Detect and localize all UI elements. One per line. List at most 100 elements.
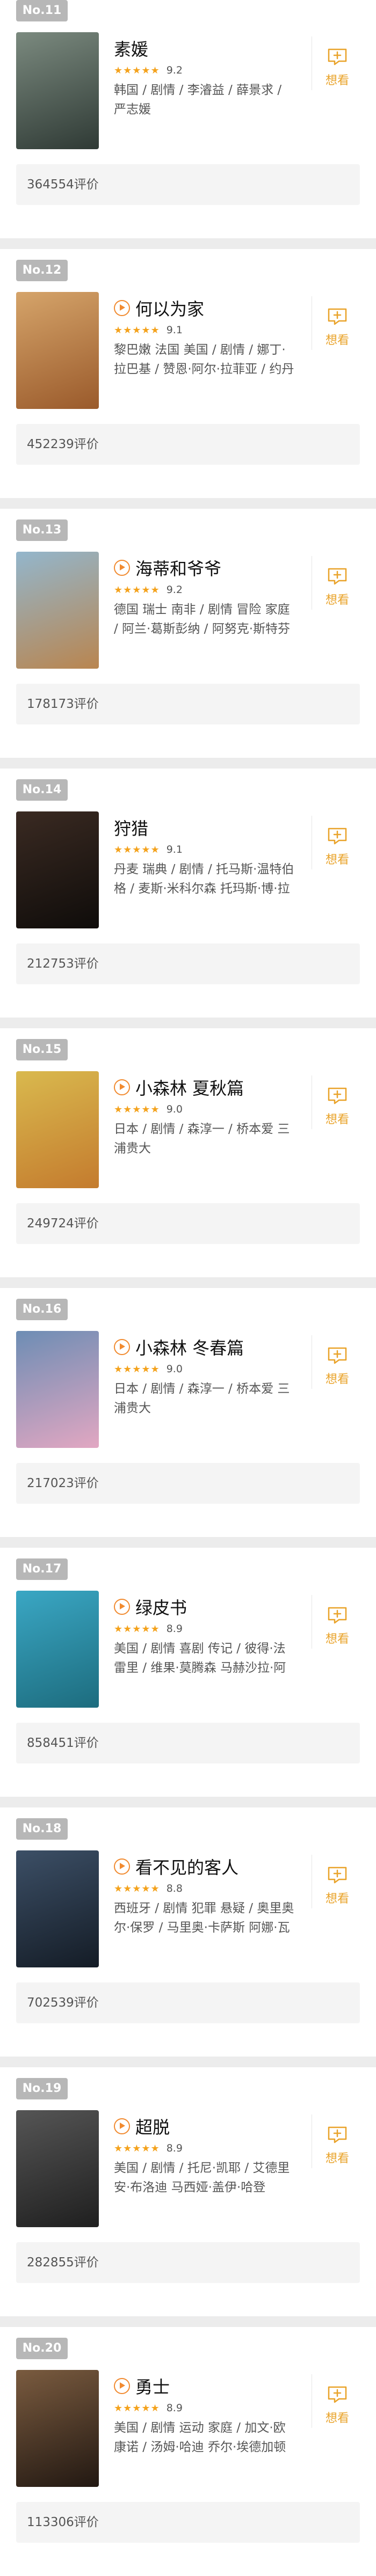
movie-poster[interactable] xyxy=(16,2370,99,2487)
review-count[interactable]: 364554评价 xyxy=(16,164,360,205)
review-count[interactable]: 178173评价 xyxy=(16,684,360,724)
movie-info: 勇士 ★★★★★ 8.9 美国 / 剧情 运动 家庭 / 加文·欧康诺 / 汤姆·哈迪… xyxy=(114,2374,297,2457)
rank-badge: No.19 xyxy=(16,2078,68,2099)
movie-card[interactable]: No.14 狩猎 ★★★★★ 9.1 丹麦 瑞典 / 剧情 / 托马斯·温特伯格 / 麦… xyxy=(0,769,376,1018)
movie-poster[interactable] xyxy=(16,292,99,409)
want-to-watch-button[interactable]: 想看 xyxy=(322,1346,352,1387)
rating-row: ★★★★★ 9.1 xyxy=(114,322,297,338)
movie-title[interactable]: 小森林 冬春篇 xyxy=(135,1335,244,1359)
star-rating-icon: ★★★★★ xyxy=(114,844,160,855)
movie-title[interactable]: 小森林 夏秋篇 xyxy=(135,1075,244,1100)
rating-score: 9.1 xyxy=(166,844,183,855)
movie-poster[interactable] xyxy=(16,811,99,928)
movie-title[interactable]: 勇士 xyxy=(135,2374,170,2398)
play-icon[interactable] xyxy=(114,1858,130,1875)
movie-list: No.11 素媛 ★★★★★ 9.2 韩国 / 剧情 / 李濬益 / 薛景求 / 严志媛… xyxy=(0,0,376,2576)
rating-row: ★★★★★ 8.9 xyxy=(114,1621,297,1637)
movie-meta: 丹麦 瑞典 / 剧情 / 托马斯·温特伯格 / 麦斯·米科尔森 托玛斯·博·拉森 xyxy=(114,862,294,896)
star-rating-icon: ★★★★★ xyxy=(114,324,160,336)
play-icon[interactable] xyxy=(114,1599,130,1615)
movie-meta: 美国 / 剧情 运动 家庭 / 加文·欧康诺 / 汤姆·哈迪 乔尔·埃德加顿 xyxy=(114,2421,286,2454)
review-count[interactable]: 249724评价 xyxy=(16,1203,360,1244)
rank-badge: No.11 xyxy=(16,0,68,21)
title-row: 超脱 xyxy=(114,2114,297,2138)
want-to-watch-button[interactable]: 想看 xyxy=(322,1086,352,1127)
want-to-watch-label: 想看 xyxy=(325,1373,349,1386)
movie-card[interactable]: No.18 看不见的客人 ★★★★★ 8.8 西班牙 / 剧情 犯罪 悬疑 / 奥里奥尔… xyxy=(0,1807,376,2057)
review-count[interactable]: 452239评价 xyxy=(16,424,360,465)
want-to-watch-button[interactable]: 想看 xyxy=(322,1606,352,1646)
rating-score: 9.0 xyxy=(166,1103,183,1115)
movie-poster[interactable] xyxy=(16,1591,99,1708)
rating-row: ★★★★★ 9.1 xyxy=(114,841,297,858)
star-rating-icon: ★★★★★ xyxy=(114,2402,160,2414)
star-rating-icon: ★★★★★ xyxy=(114,1883,160,1894)
movie-card[interactable]: No.15 小森林 夏秋篇 ★★★★★ 9.0 日本 / 剧情 / 森淳一 / 桥本爱 … xyxy=(0,1028,376,1277)
want-to-watch-button[interactable]: 想看 xyxy=(322,826,352,867)
review-count[interactable]: 858451评价 xyxy=(16,1723,360,1763)
rank-badge: No.18 xyxy=(16,1818,68,1840)
rating-score: 8.9 xyxy=(166,2142,183,2154)
want-to-watch-icon xyxy=(328,568,347,585)
movie-title[interactable]: 看不见的客人 xyxy=(135,1854,238,1879)
movie-title[interactable]: 海蒂和爷爷 xyxy=(135,555,221,580)
want-to-watch-button[interactable]: 想看 xyxy=(322,567,352,608)
rank-badge: No.16 xyxy=(16,1299,68,1320)
movie-poster[interactable] xyxy=(16,2110,99,2227)
movie-card[interactable]: No.19 超脱 ★★★★★ 8.9 美国 / 剧情 / 托尼·凯耶 / 艾德里安·布洛… xyxy=(0,2067,376,2316)
want-to-watch-button[interactable]: 想看 xyxy=(322,307,352,348)
rank-badge: No.13 xyxy=(16,519,68,541)
movie-meta: 黎巴嫩 法国 美国 / 剧情 / 娜丁·拉巴基 / 赞恩·阿尔·拉菲亚 / 约丹… xyxy=(114,343,294,376)
movie-title[interactable]: 何以为家 xyxy=(135,296,204,320)
movie-poster[interactable] xyxy=(16,552,99,669)
star-rating-icon: ★★★★★ xyxy=(114,1103,160,1115)
review-count[interactable]: 217023评价 xyxy=(16,1463,360,1504)
title-row: 狩猎 xyxy=(114,816,297,839)
want-to-watch-button[interactable]: 想看 xyxy=(322,1865,352,1906)
rank-badge: No.14 xyxy=(16,779,68,801)
title-row: 海蒂和爷爷 xyxy=(114,556,297,580)
movie-card[interactable]: No.16 小森林 冬春篇 ★★★★★ 9.0 日本 / 剧情 / 森淳一 / 桥本爱 … xyxy=(0,1288,376,1537)
movie-poster[interactable] xyxy=(16,1331,99,1448)
movie-meta: 美国 / 剧情 喜剧 传记 / 彼得·法雷里 / 维果·莫腾森 马赫沙拉·阿里 xyxy=(114,1642,286,1675)
rating-row: ★★★★★ 8.9 xyxy=(114,2140,297,2156)
movie-title[interactable]: 超脱 xyxy=(135,2114,170,2139)
want-to-watch-icon xyxy=(328,48,347,65)
movie-card[interactable]: No.12 何以为家 ★★★★★ 9.1 黎巴嫩 法国 美国 / 剧情 / 娜丁·拉巴基… xyxy=(0,249,376,498)
review-count[interactable]: 702539评价 xyxy=(16,1982,360,2023)
review-count[interactable]: 113306评价 xyxy=(16,2502,360,2543)
movie-meta: 日本 / 剧情 / 森淳一 / 桥本爱 三浦贵大 xyxy=(114,1122,290,1155)
play-icon[interactable] xyxy=(114,1079,130,1095)
want-to-watch-icon xyxy=(328,1607,347,1624)
play-icon[interactable] xyxy=(114,300,130,316)
want-to-watch-icon xyxy=(328,1867,347,1884)
title-row: 小森林 冬春篇 xyxy=(114,1335,297,1359)
play-icon[interactable] xyxy=(114,1339,130,1355)
want-to-watch-button[interactable]: 想看 xyxy=(322,2125,352,2166)
movie-card[interactable]: No.20 勇士 ★★★★★ 8.9 美国 / 剧情 运动 家庭 / 加文·欧康诺 / … xyxy=(0,2327,376,2576)
movie-title[interactable]: 素媛 xyxy=(114,36,148,61)
play-icon[interactable] xyxy=(114,560,130,576)
movie-poster[interactable] xyxy=(16,32,99,149)
want-to-watch-button[interactable]: 想看 xyxy=(322,2385,352,2426)
rating-row: ★★★★★ 9.0 xyxy=(114,1101,297,1117)
movie-poster[interactable] xyxy=(16,1850,99,1967)
movie-card[interactable]: No.11 素媛 ★★★★★ 9.2 韩国 / 剧情 / 李濬益 / 薛景求 / 严志媛… xyxy=(0,0,376,238)
play-icon[interactable] xyxy=(114,2378,130,2394)
movie-poster[interactable] xyxy=(16,1071,99,1188)
movie-card[interactable]: No.17 绿皮书 ★★★★★ 8.9 美国 / 剧情 喜剧 传记 / 彼得·法雷里 /… xyxy=(0,1548,376,1797)
review-count[interactable]: 282855评价 xyxy=(16,2242,360,2283)
movie-info: 看不见的客人 ★★★★★ 8.8 西班牙 / 剧情 犯罪 悬疑 / 奥里奥尔·保罗 /… xyxy=(114,1855,297,1937)
review-count[interactable]: 212753评价 xyxy=(16,943,360,984)
rank-badge: No.15 xyxy=(16,1039,68,1060)
want-to-watch-button[interactable]: 想看 xyxy=(322,47,352,88)
rating-score: 8.8 xyxy=(166,1883,183,1894)
movie-meta: 德国 瑞士 南非 / 剧情 冒险 家庭 / 阿兰·葛斯彭纳 / 阿努克·斯特芬 xyxy=(114,603,291,636)
rating-row: ★★★★★ 8.9 xyxy=(114,2400,297,2416)
movie-title[interactable]: 狩猎 xyxy=(114,815,148,840)
rating-row: ★★★★★ 8.8 xyxy=(114,1880,297,1897)
movie-card[interactable]: No.13 海蒂和爷爷 ★★★★★ 9.2 德国 瑞士 南非 / 剧情 冒险 家庭 / … xyxy=(0,509,376,758)
rank-badge: No.17 xyxy=(16,1558,68,1580)
movie-title[interactable]: 绿皮书 xyxy=(135,1594,187,1619)
play-icon[interactable] xyxy=(114,2118,130,2134)
